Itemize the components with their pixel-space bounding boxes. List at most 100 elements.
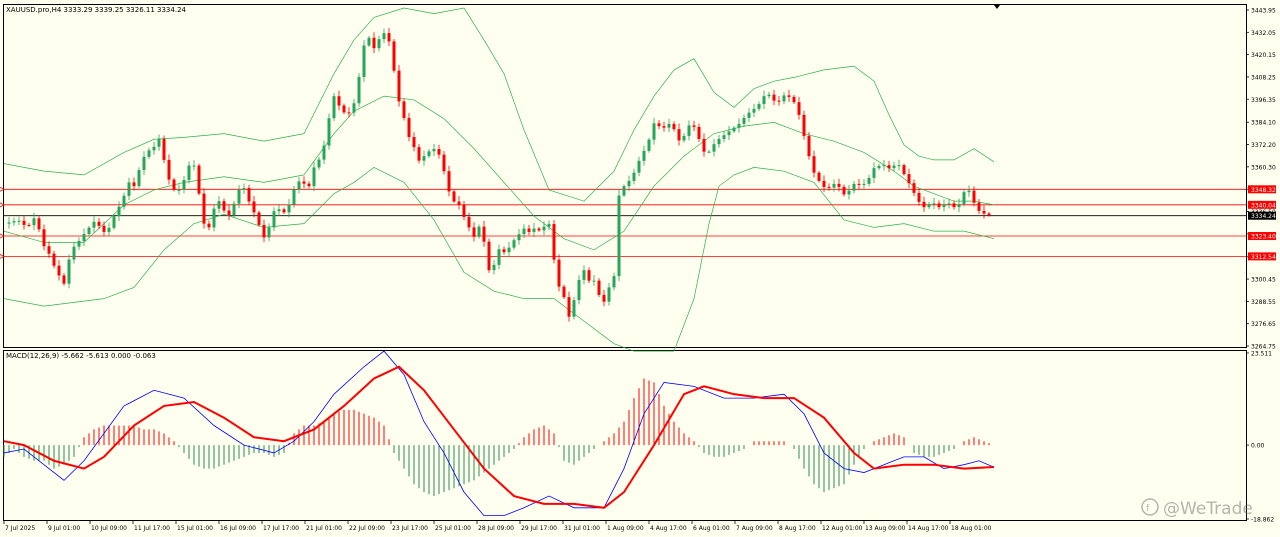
candle-body [197,165,201,194]
candle-body [212,208,216,228]
macd-title: MACD(12,26,9) -5.662 -5.613 0.000 -0.063 [6,352,156,360]
candle-body [222,201,226,211]
candle-body [352,103,356,113]
watermark-text: @WeTrade [1163,499,1253,519]
candle-body [442,154,446,172]
candle-body [472,227,476,237]
candle-body [682,135,686,141]
candle-body [892,165,896,169]
candle-body [652,123,656,140]
candle-body [867,177,871,184]
candle-body [712,144,716,152]
candle-body [952,203,956,208]
macd-axis-label: 0.00 [1251,443,1265,450]
candle-body [387,33,391,42]
macd-axis-label: -18.862 [1251,517,1274,524]
candle [402,98,406,121]
candle-body [227,210,231,216]
candle-body [752,108,756,113]
candle-body [612,276,616,288]
candle-body [312,167,316,187]
candle-body [377,39,381,49]
candle-body [497,249,501,265]
candle-body [622,186,626,196]
price-level-tag[interactable]: 3323.40 [1248,232,1276,241]
candle-body [842,186,846,195]
price-chart-title: XAUUSD.pro,H4 3333.29 3339.25 3326.11 33… [6,6,187,14]
candle-body [757,104,761,109]
candle-body [122,195,126,207]
time-axis-label: 7 Jul 2025 [5,525,35,532]
price-level-tag[interactable]: 3312.54 [1248,252,1276,261]
candle-body [32,218,36,226]
candle-body [592,280,596,282]
candle-body [772,94,776,101]
price-axis-label: 3384.10 [1251,120,1276,127]
candle-body [77,241,81,247]
candle-body [597,280,601,295]
price-level-tag[interactable]: 3334.24 [1248,211,1276,221]
candle [452,189,456,203]
candle-body [947,203,951,205]
candle-body [252,201,256,213]
candle-body [767,94,771,97]
candle-body [502,249,506,253]
candle-body [882,165,886,167]
price-level-tag[interactable]: 3340.04 [1248,200,1276,210]
candle-body [667,123,671,128]
candle-body [262,224,266,238]
time-axis-label: 13 Aug 09:00 [865,525,906,532]
candle-body [812,156,816,173]
candle-body [572,300,576,317]
candle [572,296,576,320]
candle-body [647,139,651,151]
candle-body [42,229,46,247]
candle-body [67,259,71,284]
candle-body [187,165,191,180]
price-axis-label: 3360.30 [1251,164,1276,171]
candle-body [552,224,556,260]
candle [162,135,166,164]
candle-body [327,118,331,146]
candle-body [207,223,211,228]
candle-body [462,204,466,217]
candle-body [12,221,16,223]
candle-body [562,286,566,298]
candle-body [982,210,986,214]
time-axis-label: 9 Jul 01:00 [48,525,80,532]
candle-body [112,216,116,228]
candle-body [512,240,516,248]
time-axis-label: 6 Aug 01:00 [693,525,730,532]
candle-body [942,204,946,208]
price-level-tag[interactable]: 3348.32 [1248,185,1276,194]
candle-body [822,180,826,187]
candle-body [322,145,326,160]
candle-body [902,165,906,175]
candle-body [507,247,511,253]
candle [112,214,116,230]
candle [397,65,401,107]
price-axis-label: 3276.65 [1251,321,1276,328]
candle-body [732,127,736,132]
candle [597,278,601,298]
candle-body [452,191,456,202]
candle-body [587,270,591,281]
candle-body [22,220,26,225]
candle-body [117,206,121,217]
candle [362,40,366,82]
candle-body [282,209,286,213]
price-axis-label: 3264.75 [1251,344,1276,351]
candle-body [962,192,966,205]
candle-body [837,183,841,187]
candle [332,92,336,122]
candle-body [432,149,436,152]
price-axis-label: 3396.35 [1251,97,1276,104]
price-axis-label: 3300.45 [1251,277,1276,284]
time-axis-label: 21 Jul 01:00 [306,525,342,532]
candle [487,238,491,273]
trading-chart: 3443.95 3432.05 3420.15 3408.25 3396.35 3384.… [0,0,1280,537]
time-axis-label: 7 Aug 09:00 [736,525,773,532]
price-axis-label: 3408.25 [1251,74,1276,81]
candle-body [697,126,701,139]
candle-body [852,183,856,191]
